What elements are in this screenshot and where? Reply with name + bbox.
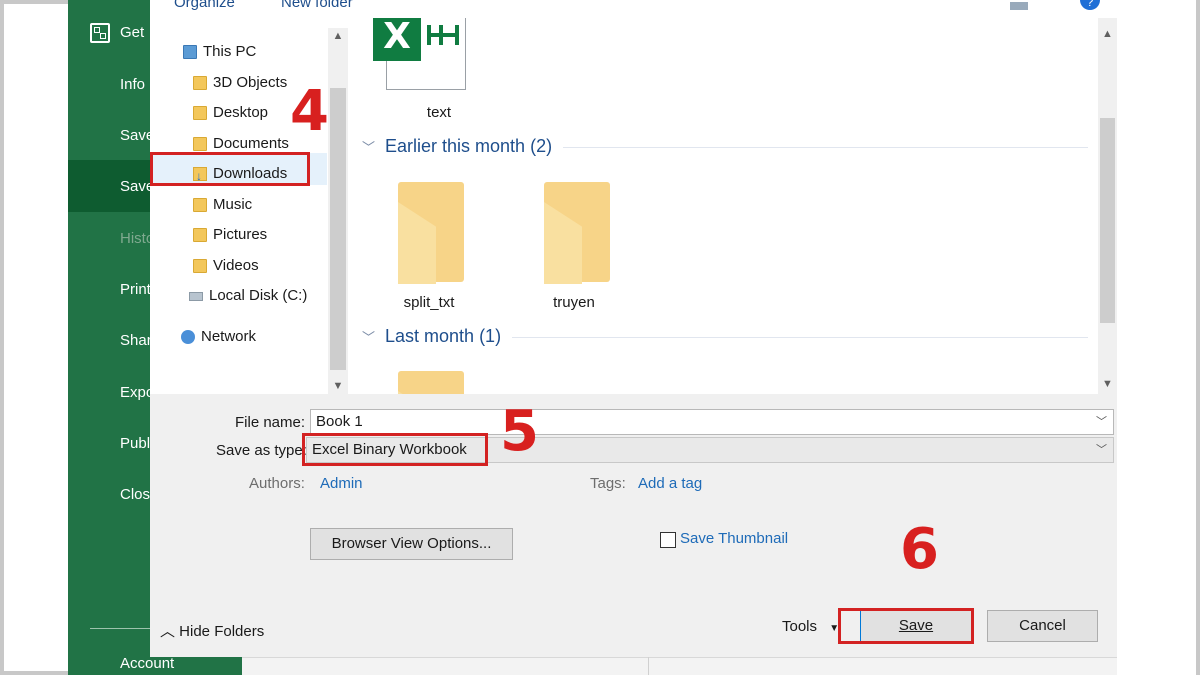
backstage-item-close[interactable]: Clos	[120, 483, 150, 507]
cancel-button[interactable]: Cancel	[987, 610, 1098, 642]
scroll-up-arrow-icon[interactable]: ▲	[328, 30, 348, 42]
group-title: Earlier this month (2)	[385, 136, 553, 156]
excel-x-logo: X	[373, 18, 421, 61]
backstage-item-get[interactable]: Get	[120, 21, 144, 45]
authors-label: Authors:	[249, 475, 305, 492]
nav-item-label: Music	[213, 196, 253, 213]
disk-icon	[189, 291, 203, 301]
scroll-up-arrow-icon[interactable]: ▲	[1098, 28, 1117, 40]
folder-icon	[193, 106, 207, 120]
folder-name-split-txt[interactable]: split_txt	[369, 294, 489, 311]
pictures-folder-icon	[193, 228, 207, 242]
nav-item-label: Videos	[213, 257, 259, 274]
hide-folders-toggle[interactable]: ︿ Hide Folders	[160, 620, 264, 641]
group-header-last-month[interactable]: ﹀ Last month (1)	[362, 326, 501, 347]
excel-file-icon[interactable]: X	[373, 18, 466, 90]
authors-value[interactable]: Admin	[320, 475, 363, 492]
videos-folder-icon	[193, 259, 207, 273]
file-name-label: File name:	[235, 414, 306, 431]
nav-item-3d-objects[interactable]: 3D Objects	[193, 70, 287, 96]
chevron-down-icon[interactable]: ﹀	[1096, 410, 1107, 434]
highlight-box-save	[838, 608, 974, 644]
nav-scrollbar-thumb[interactable]	[330, 88, 346, 370]
highlight-box-downloads	[150, 152, 310, 186]
nav-item-this-pc[interactable]: This PC	[183, 39, 256, 65]
file-name-value: Book 1	[316, 413, 363, 430]
nav-item-network[interactable]: Network	[181, 324, 256, 350]
nav-item-pictures[interactable]: Pictures	[193, 222, 267, 248]
nav-item-label: This PC	[203, 43, 257, 60]
nav-item-music[interactable]: Music	[193, 192, 252, 218]
nav-item-local-disk[interactable]: Local Disk (C:)	[189, 283, 307, 309]
chevron-down-icon[interactable]: ﹀	[1096, 438, 1107, 462]
tags-label: Tags:	[590, 475, 626, 492]
step-number-4: 4	[290, 79, 329, 144]
nav-item-label: 3D Objects	[213, 74, 288, 91]
folder-icon[interactable]	[544, 182, 610, 284]
collapse-chevron-icon: ﹀	[362, 140, 376, 155]
folder-name-truyen[interactable]: truyen	[514, 294, 634, 311]
excel-grid-glyph	[427, 25, 459, 45]
nav-item-label: Network	[201, 328, 257, 345]
collapse-chevron-icon: ﹀	[362, 330, 376, 345]
background-strip	[242, 657, 1117, 675]
nav-item-label: Local Disk (C:)	[209, 287, 308, 304]
folder-icon	[193, 76, 207, 90]
folder-icon	[193, 137, 207, 151]
computer-icon	[183, 45, 197, 59]
save-thumbnail-label[interactable]: Save Thumbnail	[680, 530, 788, 547]
file-name-field[interactable]: Book 1 ﹀	[310, 409, 1114, 435]
save-thumbnail-checkbox[interactable]	[660, 532, 676, 548]
save-as-type-label: Save as type:	[216, 442, 307, 459]
step-number-6: 6	[900, 517, 939, 582]
highlight-box-save-type	[302, 433, 488, 466]
file-list-pane: X text ﹀ Earlier this month (2) split_tx…	[348, 18, 1098, 394]
chevron-up-icon: ︿	[160, 623, 180, 640]
file-list-scrollbar-thumb[interactable]	[1100, 118, 1115, 323]
new-folder-button[interactable]: New folder	[281, 0, 353, 11]
background-divider	[648, 657, 649, 675]
scroll-down-arrow-icon[interactable]: ▼	[1098, 378, 1117, 390]
group-separator	[563, 147, 1088, 148]
folder-icon[interactable]	[398, 182, 464, 284]
tools-menu[interactable]: Tools ▼	[782, 618, 839, 635]
tools-label: Tools	[782, 618, 818, 635]
organize-menu[interactable]: Organize	[174, 0, 235, 11]
backstage-item-share[interactable]: Shar	[120, 329, 152, 353]
folder-icon[interactable]	[398, 371, 464, 394]
music-folder-icon	[193, 198, 207, 212]
nav-item-videos[interactable]: Videos	[193, 253, 259, 279]
backstage-item-print[interactable]: Print	[120, 278, 151, 302]
backstage-item-info[interactable]: Info	[120, 73, 145, 97]
tags-value[interactable]: Add a tag	[638, 475, 702, 492]
nav-item-label: Pictures	[213, 226, 268, 243]
view-options-icon[interactable]	[1010, 2, 1028, 10]
group-header-earlier[interactable]: ﹀ Earlier this month (2)	[362, 136, 552, 157]
right-margin	[1117, 0, 1196, 675]
network-icon	[181, 330, 195, 344]
backstage-item-publish[interactable]: Publ	[120, 432, 150, 456]
dialog-toolbar: Organize New folder ?	[150, 0, 1117, 18]
step-number-5: 5	[500, 399, 539, 464]
nav-item-desktop[interactable]: Desktop	[193, 100, 268, 126]
folder-back-shape	[398, 371, 464, 394]
scroll-down-arrow-icon[interactable]: ▼	[328, 380, 348, 392]
home-icon[interactable]	[90, 23, 110, 43]
backstage-divider	[90, 628, 150, 629]
group-separator	[512, 337, 1088, 338]
help-icon[interactable]: ?	[1080, 0, 1100, 10]
file-list-scrollbar[interactable]: ▲ ▼	[1098, 18, 1117, 394]
group-title: Last month (1)	[385, 326, 502, 346]
browser-view-options-button[interactable]: Browser View Options...	[310, 528, 513, 560]
file-name-text[interactable]: text	[379, 104, 499, 121]
nav-item-label: Desktop	[213, 104, 269, 121]
hide-folders-label: Hide Folders	[179, 623, 265, 640]
nav-scrollbar[interactable]: ▲ ▼	[328, 28, 348, 394]
